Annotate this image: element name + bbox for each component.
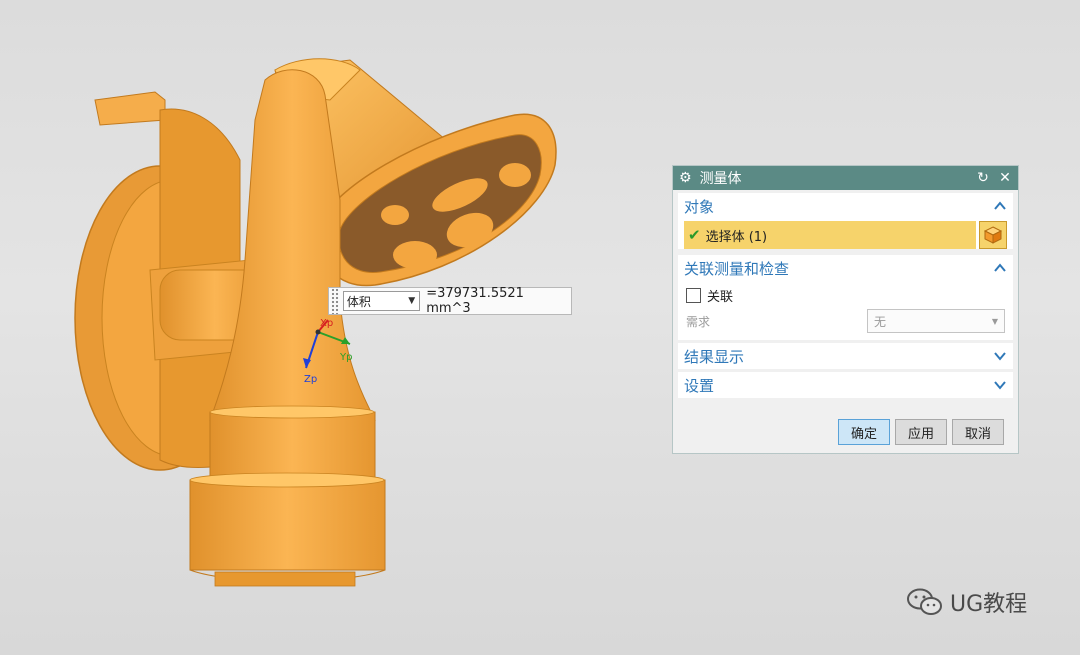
section-results-label: 结果显示 [684,347,745,366]
triad-z-label: Zp [304,374,318,385]
close-icon[interactable]: ✕ [998,170,1012,186]
section-assoc-header[interactable]: 关联测量和检查 [678,255,1013,281]
triad-y-label: Yp [340,352,353,363]
dropdown-arrow-icon: ▼ [408,296,416,306]
dropdown-arrow-icon: ▼ [991,316,998,326]
pipe-base [189,405,386,587]
measure-value: =379731.5521 mm^3 [426,286,524,316]
watermark-text: UG教程 [950,592,1028,617]
cube-icon [983,226,1003,244]
section-settings-label: 设置 [684,376,715,395]
apply-button[interactable]: 应用 [894,419,947,445]
dialog-button-row: 确定 应用 取消 [837,419,1004,445]
assoc-checkbox-label: 关联 [707,289,734,305]
measure-type-dropdown[interactable]: 体积 ▼ [342,291,421,311]
select-body-label: 选择体 (1) [705,229,768,245]
chevron-up-icon[interactable] [993,199,1007,213]
watermark: UG教程 [906,586,1027,618]
assoc-checkbox-row[interactable]: 关联 [686,285,1005,305]
measure-type-value: 体积 [346,294,371,309]
section-object-header[interactable]: 对象 [678,193,1013,219]
wechat-icon [907,588,942,615]
require-dropdown[interactable]: 无 ▼ [867,309,1005,333]
dialog-title: 测量体 [699,171,742,187]
section-object: 对象 ✔ 选择体 (1) [678,193,1013,249]
require-value: 无 [874,314,887,329]
check-icon: ✔ [688,226,701,244]
select-body-row: ✔ 选择体 (1) [684,221,1007,249]
section-results: 结果显示 [678,343,1013,369]
reset-icon[interactable]: ↻ [976,170,990,186]
section-assoc: 关联测量和检查 关联 需求 无 ▼ [678,255,1013,340]
chevron-down-icon[interactable] [993,378,1007,392]
measure-readout: 体积 ▼ =379731.5521 mm^3 [328,286,572,316]
select-body-button[interactable] [979,221,1007,249]
dialog-title-bar[interactable]: ⚙ 测量体 ↻ ✕ [673,166,1018,190]
section-assoc-label: 关联测量和检查 [684,259,790,278]
measure-body-dialog: ⚙ 测量体 ↻ ✕ 对象 ✔ 选择体 (1) 关联测量和检查 关联 需求 无 ▼… [672,165,1019,454]
ok-button[interactable]: 确定 [837,419,890,445]
drag-handle[interactable] [331,288,339,314]
gear-icon[interactable]: ⚙ [679,170,692,186]
select-body-field[interactable]: ✔ 选择体 (1) [684,221,976,249]
chevron-down-icon[interactable] [993,349,1007,363]
section-object-label: 对象 [684,197,715,216]
section-settings-header[interactable]: 设置 [678,372,1013,398]
assoc-checkbox[interactable] [686,287,701,303]
section-results-header[interactable]: 结果显示 [678,343,1013,369]
graphics-viewport[interactable]: Xp Yp Zp 体积 ▼ =379731.5521 mm^3 ⚙ 测量体 ↻ … [0,0,1080,655]
section-settings: 设置 [678,372,1013,398]
require-label: 需求 [686,314,711,329]
chevron-up-icon[interactable] [993,261,1007,275]
require-row: 需求 无 ▼ [686,308,1005,340]
triad-x-label: Xp [320,318,334,329]
cancel-button[interactable]: 取消 [951,419,1004,445]
